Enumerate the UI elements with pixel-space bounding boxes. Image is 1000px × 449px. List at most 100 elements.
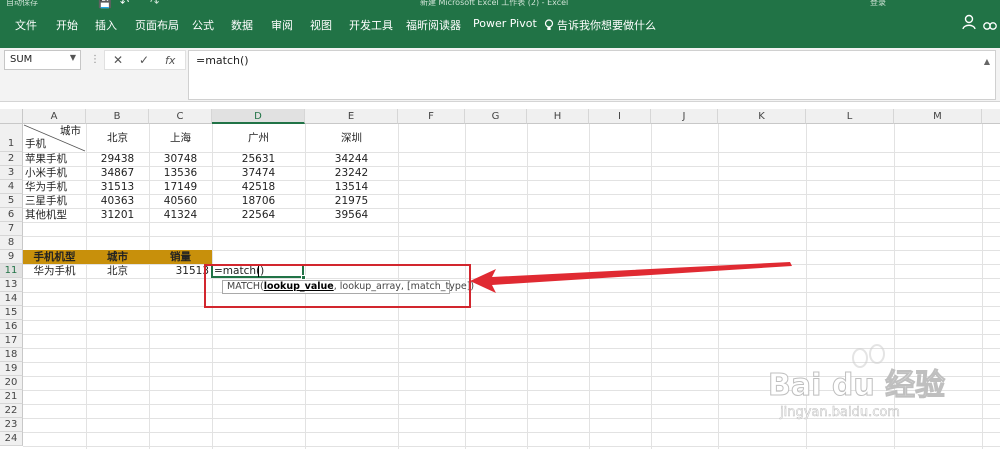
column-header-c[interactable]: C	[149, 109, 212, 124]
redo-icon[interactable]: ↷	[150, 0, 159, 9]
splitter-handle-icon[interactable]: ⋮	[90, 54, 100, 65]
table-cell[interactable]: 37474	[212, 167, 305, 180]
row-header-1[interactable]: 1	[0, 124, 23, 152]
column-header-m[interactable]: M	[894, 109, 982, 124]
column-header-a[interactable]: A	[23, 109, 86, 124]
phone-name[interactable]: 其他机型	[25, 209, 67, 222]
tab-power-pivot[interactable]: Power Pivot	[473, 17, 537, 30]
row-header-7[interactable]: 7	[0, 222, 23, 236]
column-header-g[interactable]: G	[465, 109, 527, 124]
row-header-8[interactable]: 8	[0, 236, 23, 250]
city-shanghai[interactable]: 上海	[149, 132, 212, 145]
header-phone[interactable]: 手机	[25, 138, 46, 151]
phone-name[interactable]: 苹果手机	[25, 153, 67, 166]
column-header-i[interactable]: I	[589, 109, 651, 124]
row-header-3[interactable]: 3	[0, 166, 23, 180]
tab-foxit-reader[interactable]: 福昕阅读器	[406, 17, 461, 33]
name-box[interactable]: SUM ▼	[4, 50, 81, 70]
table-cell[interactable]: 39564	[305, 209, 398, 222]
lookup-header-city[interactable]: 城市	[86, 251, 149, 264]
row-header-20[interactable]: 20	[0, 376, 23, 390]
autosave-label[interactable]: 自动保存	[6, 0, 38, 8]
tab-view[interactable]: 视图	[310, 17, 332, 33]
row-header-15[interactable]: 15	[0, 306, 23, 320]
row-header-2[interactable]: 2	[0, 152, 23, 166]
insert-function-icon[interactable]: fx	[165, 54, 175, 67]
column-header-h[interactable]: H	[527, 109, 589, 124]
row-header-9[interactable]: 9	[0, 250, 23, 264]
phone-name[interactable]: 华为手机	[25, 181, 67, 194]
row-header-13[interactable]: 13	[0, 278, 23, 292]
row-header-11[interactable]: 11	[0, 264, 23, 278]
lookup-header-sales[interactable]: 销量	[149, 251, 212, 264]
phone-name[interactable]: 小米手机	[25, 167, 67, 180]
table-cell[interactable]: 18706	[212, 195, 305, 208]
tab-page-layout[interactable]: 页面布局	[135, 17, 179, 33]
save-icon[interactable]: 💾	[98, 0, 112, 9]
tab-insert[interactable]: 插入	[95, 17, 117, 33]
table-cell[interactable]: 25631	[212, 153, 305, 166]
row-header-18[interactable]: 18	[0, 348, 23, 362]
formula-input[interactable]: =match() ▲	[188, 50, 996, 100]
row-header-22[interactable]: 22	[0, 404, 23, 418]
undo-icon[interactable]: ↶	[120, 0, 129, 9]
table-cell[interactable]: 41324	[149, 209, 212, 222]
column-header-d[interactable]: D	[212, 109, 305, 124]
tab-developer[interactable]: 开发工具	[349, 17, 393, 33]
table-cell[interactable]: 17149	[149, 181, 212, 194]
table-cell[interactable]: 40363	[86, 195, 149, 208]
lookup-sales-value[interactable]: 31513	[149, 265, 209, 278]
city-beijing[interactable]: 北京	[86, 132, 149, 145]
header-city[interactable]: 城市	[60, 125, 81, 138]
enter-check-icon[interactable]: ✓	[139, 53, 149, 67]
column-header-e[interactable]: E	[305, 109, 398, 124]
table-cell[interactable]: 21975	[305, 195, 398, 208]
column-header-f[interactable]: F	[398, 109, 465, 124]
tab-formulas[interactable]: 公式	[192, 17, 214, 33]
column-header-j[interactable]: J	[651, 109, 718, 124]
table-cell[interactable]: 29438	[86, 153, 149, 166]
tell-me-box[interactable]: 告诉我你想要做什么	[544, 17, 656, 33]
select-all-corner[interactable]	[0, 109, 23, 124]
table-cell[interactable]: 34867	[86, 167, 149, 180]
column-header-k[interactable]: K	[718, 109, 806, 124]
row-header-14[interactable]: 14	[0, 292, 23, 306]
row-header-4[interactable]: 4	[0, 180, 23, 194]
row-header-17[interactable]: 17	[0, 334, 23, 348]
city-shenzhen[interactable]: 深圳	[305, 132, 398, 145]
table-cell[interactable]: 22564	[212, 209, 305, 222]
row-header-5[interactable]: 5	[0, 194, 23, 208]
tab-review[interactable]: 审阅	[271, 17, 293, 33]
chevron-down-icon[interactable]: ▼	[70, 53, 76, 62]
table-cell[interactable]: 13514	[305, 181, 398, 194]
table-cell[interactable]: 34244	[305, 153, 398, 166]
city-guangzhou[interactable]: 广州	[212, 132, 305, 145]
share-cloud-icon[interactable]	[982, 18, 998, 32]
table-cell[interactable]: 13536	[149, 167, 212, 180]
tab-data[interactable]: 数据	[231, 17, 253, 33]
row-header-19[interactable]: 19	[0, 362, 23, 376]
row-header-23[interactable]: 23	[0, 418, 23, 432]
tab-file[interactable]: 文件	[15, 17, 37, 33]
row-header-6[interactable]: 6	[0, 208, 23, 222]
lookup-city-value[interactable]: 北京	[86, 265, 149, 278]
login-link[interactable]: 登录	[870, 0, 886, 8]
column-header-next[interactable]	[982, 109, 1000, 124]
phone-name[interactable]: 三星手机	[25, 195, 67, 208]
table-cell[interactable]: 31513	[86, 181, 149, 194]
table-cell[interactable]: 42518	[212, 181, 305, 194]
tab-home[interactable]: 开始	[56, 17, 78, 33]
collapse-formula-bar-icon[interactable]: ▲	[984, 57, 990, 66]
row-header-24[interactable]: 24	[0, 432, 23, 446]
cancel-icon[interactable]: ✕	[113, 53, 123, 67]
table-cell[interactable]: 31201	[86, 209, 149, 222]
row-header-16[interactable]: 16	[0, 320, 23, 334]
user-icon[interactable]	[962, 14, 978, 30]
lookup-model-value[interactable]: 华为手机	[23, 265, 86, 278]
lookup-header-model[interactable]: 手机机型	[23, 251, 86, 264]
row-header-21[interactable]: 21	[0, 390, 23, 404]
table-cell[interactable]: 23242	[305, 167, 398, 180]
column-header-l[interactable]: L	[806, 109, 894, 124]
table-cell[interactable]: 30748	[149, 153, 212, 166]
column-header-b[interactable]: B	[86, 109, 149, 124]
